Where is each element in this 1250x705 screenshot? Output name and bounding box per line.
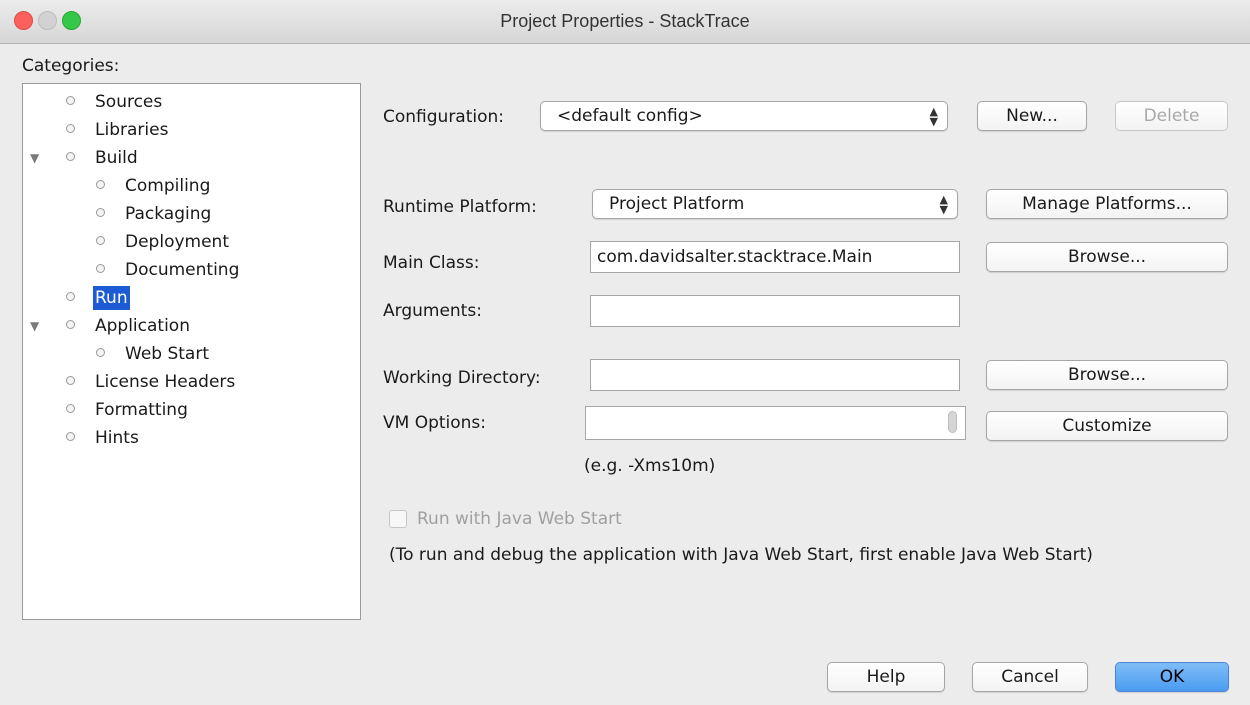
tree-item-compiling[interactable]: Compiling: [96, 174, 212, 198]
runtime-platform-select[interactable]: Project Platform ▲ ▼: [592, 189, 958, 219]
main-class-field[interactable]: com.davidsalter.stacktrace.Main: [590, 241, 960, 273]
run-with-web-start-label: Run with Java Web Start: [417, 509, 622, 529]
vm-options-label: VM Options:: [383, 413, 487, 433]
arguments-field[interactable]: [590, 295, 960, 327]
manage-platforms-button[interactable]: Manage Platforms...: [986, 189, 1228, 219]
working-directory-label: Working Directory:: [383, 368, 541, 388]
node-bullet-icon: [66, 431, 75, 441]
node-bullet-icon: [66, 151, 75, 161]
cancel-button[interactable]: Cancel: [972, 662, 1088, 692]
node-bullet-icon: [66, 375, 75, 385]
scroll-thumb[interactable]: [948, 411, 957, 433]
node-bullet-icon: [66, 95, 75, 105]
expanded-triangle-icon[interactable]: ▼: [30, 146, 39, 170]
node-bullet-icon: [66, 319, 75, 329]
ok-button[interactable]: OK: [1115, 662, 1229, 692]
node-bullet-icon: [66, 291, 75, 301]
tree-item-documenting[interactable]: Documenting: [96, 258, 241, 282]
updown-arrows-icon: ▲ ▼: [939, 193, 948, 216]
arguments-label: Arguments:: [383, 301, 482, 321]
tree-item-sources[interactable]: Sources: [66, 90, 164, 114]
runtime-platform-label: Runtime Platform:: [383, 197, 537, 217]
expanded-triangle-icon[interactable]: ▼: [30, 314, 39, 338]
node-bullet-icon: [66, 403, 75, 413]
run-with-web-start-checkbox[interactable]: [389, 510, 407, 528]
node-bullet-icon: [96, 179, 105, 189]
updown-arrows-icon: ▲ ▼: [929, 105, 938, 128]
new-config-button[interactable]: New...: [977, 101, 1087, 131]
node-bullet-icon: [96, 207, 105, 217]
configuration-select[interactable]: <default config> ▲ ▼: [540, 101, 948, 131]
main-class-browse-button[interactable]: Browse...: [986, 242, 1228, 272]
node-bullet-icon: [96, 263, 105, 273]
node-bullet-icon: [96, 347, 105, 357]
tree-item-formatting[interactable]: Formatting: [66, 398, 190, 422]
categories-label: Categories:: [22, 56, 120, 76]
delete-config-button[interactable]: Delete: [1115, 101, 1228, 131]
tree-item-run[interactable]: Run: [66, 286, 130, 310]
node-bullet-icon: [66, 123, 75, 133]
working-directory-browse-button[interactable]: Browse...: [986, 360, 1228, 390]
web-start-note: (To run and debug the application with J…: [389, 545, 1093, 565]
customize-button[interactable]: Customize: [986, 411, 1228, 441]
window-title: Project Properties - StackTrace: [500, 11, 750, 31]
configuration-value: <default config>: [557, 106, 703, 126]
tree-item-web-start[interactable]: Web Start: [96, 342, 211, 366]
categories-tree[interactable]: Sources Libraries ▼ Build Compiling Pack…: [22, 83, 361, 620]
tree-item-deployment[interactable]: Deployment: [96, 230, 231, 254]
tree-item-libraries[interactable]: Libraries: [66, 118, 170, 142]
vm-options-hint: (e.g. -Xms10m): [584, 456, 716, 476]
tree-item-license-headers[interactable]: License Headers: [66, 370, 237, 394]
tree-item-application[interactable]: Application: [66, 314, 192, 338]
title-bar: Project Properties - StackTrace: [0, 0, 1250, 44]
tree-item-hints[interactable]: Hints: [66, 426, 141, 450]
tree-item-build[interactable]: Build: [66, 146, 140, 170]
vm-options-field[interactable]: [585, 406, 966, 440]
main-class-label: Main Class:: [383, 253, 480, 273]
node-bullet-icon: [96, 235, 105, 245]
tree-item-packaging[interactable]: Packaging: [96, 202, 213, 226]
help-button[interactable]: Help: [827, 662, 945, 692]
configuration-label: Configuration:: [383, 107, 505, 127]
runtime-platform-value: Project Platform: [609, 194, 745, 214]
working-directory-field[interactable]: [590, 359, 960, 391]
